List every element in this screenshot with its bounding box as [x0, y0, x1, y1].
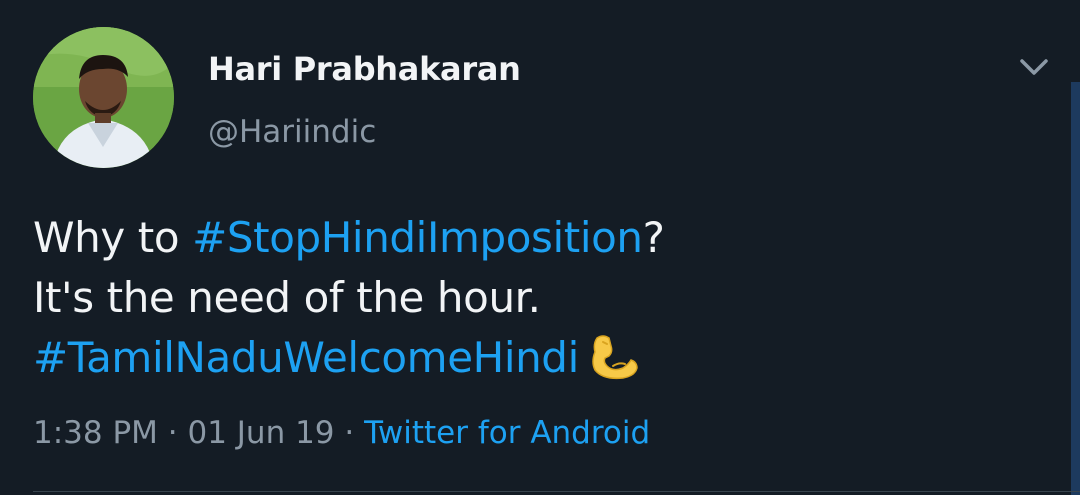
hashtag-link[interactable]: #StopHindiImposition — [192, 213, 643, 262]
tweet-line-3: #TamilNaduWelcomeHindi — [33, 328, 993, 396]
tweet-line-2: It's the need of the hour. — [33, 273, 541, 322]
avatar-photo — [33, 27, 174, 168]
tweet-text: Why to #StopHindiImposition? It's the ne… — [33, 208, 993, 396]
tweet-time: 1:38 PM — [33, 415, 158, 451]
flexed-biceps-icon — [589, 332, 641, 396]
chevron-down-icon[interactable] — [1014, 52, 1054, 82]
hashtag-link[interactable]: #TamilNaduWelcomeHindi — [33, 333, 579, 382]
divider — [33, 491, 1080, 492]
avatar[interactable] — [33, 27, 174, 168]
tweet-line-1: Why to #StopHindiImposition? — [33, 208, 993, 268]
author-name[interactable]: Hari Prabhakaran — [208, 50, 521, 88]
tweet-text-segment: ? — [642, 213, 665, 262]
meta-separator: · — [157, 415, 188, 451]
tweet-text-segment: Why to — [33, 213, 193, 262]
tweet-source-link[interactable]: Twitter for Android — [364, 415, 650, 451]
tweet-card: Hari Prabhakaran @Hariindic Why to #Stop… — [0, 0, 1080, 495]
tweet-metadata: 1:38 PM · 01 Jun 19 · Twitter for Androi… — [33, 415, 650, 451]
scroll-indicator — [1071, 82, 1080, 495]
tweet-date: 01 Jun 19 — [187, 415, 335, 451]
meta-separator: · — [334, 415, 365, 451]
author-handle[interactable]: @Hariindic — [208, 114, 376, 150]
